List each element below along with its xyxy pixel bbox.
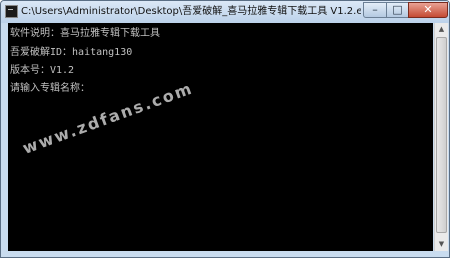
scrollbar-thumb[interactable]: [436, 37, 447, 233]
console-output[interactable]: 软件说明：喜马拉雅专辑下载工具 吾爱破解ID：haitang130 版本号：V1…: [8, 23, 433, 251]
console-line-description: 软件说明：喜马拉雅专辑下载工具: [10, 28, 160, 39]
minimize-button[interactable]: –: [363, 2, 387, 18]
console-line-prompt: 请输入专辑名称：: [10, 83, 90, 94]
console-icon[interactable]: [5, 5, 18, 18]
console-line-version: 版本号：V1.2: [10, 65, 75, 76]
vertical-scrollbar[interactable]: ▲ ▼: [434, 23, 448, 251]
scroll-down-icon[interactable]: ▼: [435, 238, 448, 251]
console-window: C:\Users\Administrator\Desktop\吾爱破解_喜马拉雅…: [0, 0, 450, 258]
maximize-button[interactable]: □: [386, 2, 409, 18]
console-line-author: 吾爱破解ID：haitang130: [10, 47, 133, 58]
close-button[interactable]: ✕: [408, 2, 448, 18]
title-bar[interactable]: C:\Users\Administrator\Desktop\吾爱破解_喜马拉雅…: [1, 1, 449, 23]
scroll-up-icon[interactable]: ▲: [435, 23, 448, 36]
window-bottom-border: [1, 251, 449, 257]
window-title: C:\Users\Administrator\Desktop\吾爱破解_喜马拉雅…: [21, 6, 361, 17]
